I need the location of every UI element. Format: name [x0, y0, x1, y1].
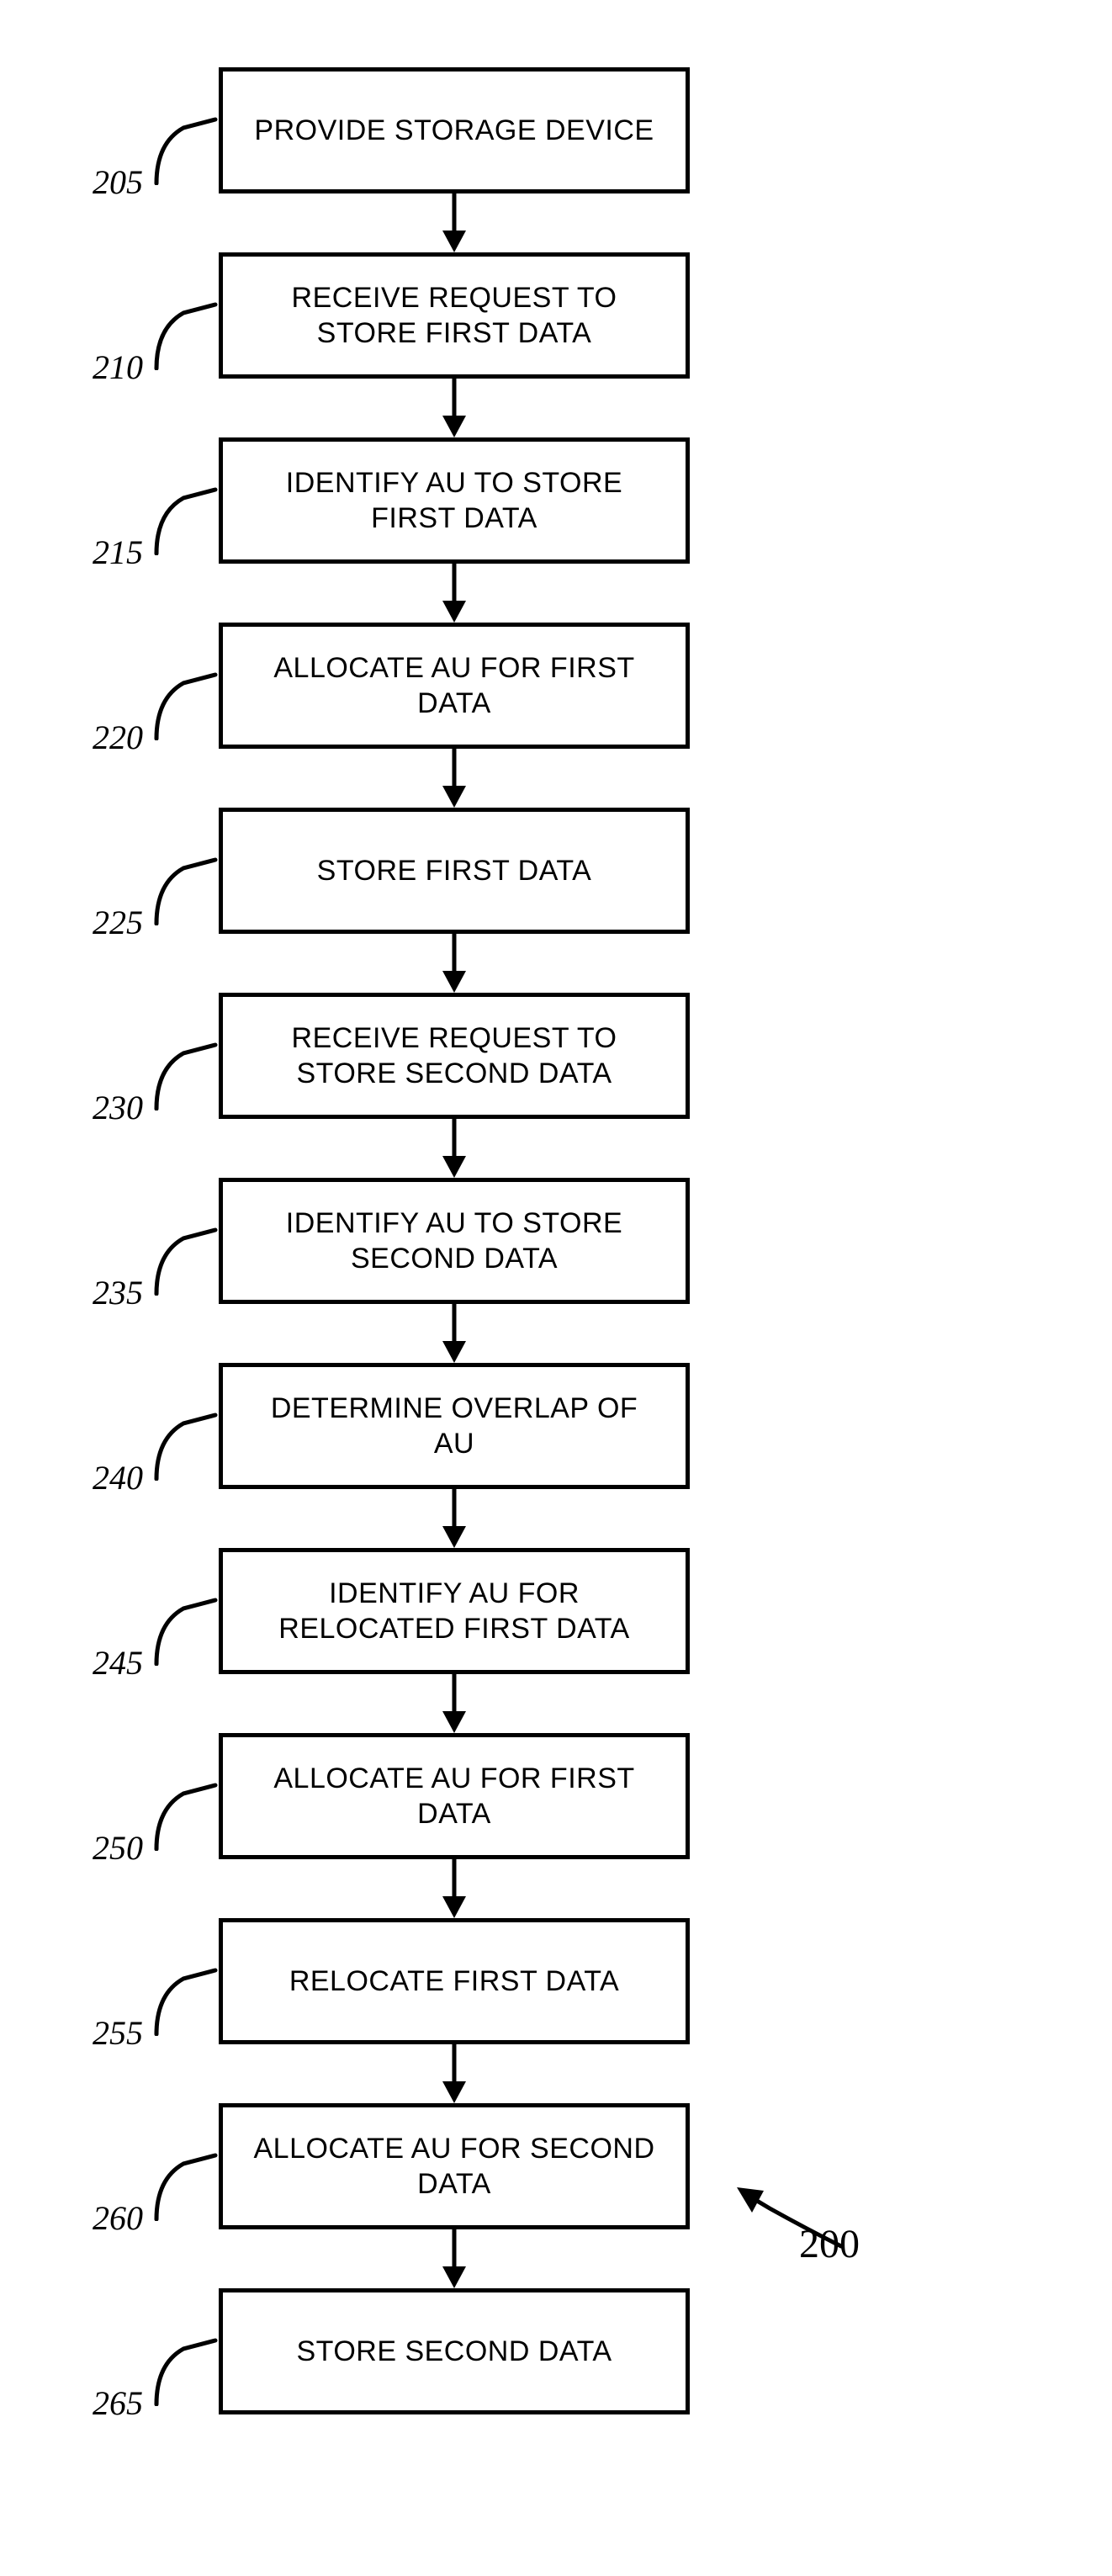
step-box: STORE FIRST DATA: [219, 808, 690, 934]
step-box: ALLOCATE AU FOR FIRST DATA: [219, 623, 690, 749]
step-ref: 220: [93, 718, 143, 757]
flow-arrow: [219, 1304, 690, 1363]
step-label: ALLOCATE AU FOR SECOND DATA: [248, 2131, 660, 2202]
flow-arrow: [219, 1859, 690, 1918]
step-box: ALLOCATE AU FOR FIRST DATA: [219, 1733, 690, 1859]
step-ref: 210: [93, 347, 143, 387]
flow-arrow: [219, 379, 690, 437]
step-box: RECEIVE REQUEST TO STORE FIRST DATA: [219, 252, 690, 379]
flow-step: 235 IDENTIFY AU TO STORE SECOND DATA: [185, 1178, 690, 1304]
step-ref: 205: [93, 162, 143, 202]
step-ref: 245: [93, 1643, 143, 1683]
step-label: PROVIDE STORAGE DEVICE: [254, 113, 654, 149]
flow-step: 210 RECEIVE REQUEST TO STORE FIRST DATA: [185, 252, 690, 379]
step-box: ALLOCATE AU FOR SECOND DATA: [219, 2103, 690, 2229]
flow-arrow: [219, 1674, 690, 1733]
ref-leader: [150, 2330, 219, 2406]
step-box: RECEIVE REQUEST TO STORE SECOND DATA: [219, 993, 690, 1119]
step-label: STORE FIRST DATA: [317, 853, 592, 889]
step-label: RECEIVE REQUEST TO STORE FIRST DATA: [248, 280, 660, 352]
step-box: DETERMINE OVERLAP OF AU: [219, 1363, 690, 1489]
step-label: IDENTIFY AU FOR RELOCATED FIRST DATA: [248, 1576, 660, 1647]
flow-step: 250 ALLOCATE AU FOR FIRST DATA: [185, 1733, 690, 1859]
ref-leader: [150, 665, 219, 740]
ref-leader: [150, 480, 219, 555]
flow-arrow: [219, 193, 690, 252]
step-box: IDENTIFY AU TO STORE SECOND DATA: [219, 1178, 690, 1304]
flow-step: 205 PROVIDE STORAGE DEVICE: [185, 67, 690, 193]
ref-leader: [150, 294, 219, 370]
flow-arrow: [219, 2044, 690, 2103]
flow-step: 260 ALLOCATE AU FOR SECOND DATA: [185, 2103, 690, 2229]
flow-step: 265 STORE SECOND DATA: [185, 2288, 690, 2414]
ref-leader: [150, 2145, 219, 2221]
flow-step: 230 RECEIVE REQUEST TO STORE SECOND DATA: [185, 993, 690, 1119]
step-label: ALLOCATE AU FOR FIRST DATA: [248, 1761, 660, 1832]
ref-leader: [150, 1775, 219, 1851]
ref-leader: [150, 850, 219, 925]
step-box: PROVIDE STORAGE DEVICE: [219, 67, 690, 193]
step-box: IDENTIFY AU FOR RELOCATED FIRST DATA: [219, 1548, 690, 1674]
step-ref: 240: [93, 1458, 143, 1497]
figure-ref-number: 200: [799, 2221, 860, 2267]
step-label: DETERMINE OVERLAP OF AU: [248, 1391, 660, 1462]
step-label: IDENTIFY AU TO STORE FIRST DATA: [248, 465, 660, 537]
ref-leader: [150, 1960, 219, 2036]
flow-step: 240 DETERMINE OVERLAP OF AU: [185, 1363, 690, 1489]
flow-step: 225 STORE FIRST DATA: [185, 808, 690, 934]
step-label: RELOCATE FIRST DATA: [289, 1964, 619, 2000]
flow-arrow: [219, 934, 690, 993]
flow-step: 255 RELOCATE FIRST DATA: [185, 1918, 690, 2044]
step-box: RELOCATE FIRST DATA: [219, 1918, 690, 2044]
step-ref: 215: [93, 533, 143, 572]
ref-leader: [150, 1405, 219, 1481]
step-ref: 255: [93, 2013, 143, 2053]
step-ref: 230: [93, 1088, 143, 1127]
step-label: RECEIVE REQUEST TO STORE SECOND DATA: [248, 1020, 660, 1092]
step-ref: 260: [93, 2198, 143, 2238]
step-ref: 250: [93, 1828, 143, 1868]
step-box: IDENTIFY AU TO STORE FIRST DATA: [219, 437, 690, 564]
step-ref: 225: [93, 903, 143, 942]
step-box: STORE SECOND DATA: [219, 2288, 690, 2414]
step-label: IDENTIFY AU TO STORE SECOND DATA: [248, 1206, 660, 1277]
step-ref: 265: [93, 2383, 143, 2423]
step-label: ALLOCATE AU FOR FIRST DATA: [248, 650, 660, 722]
flowchart: 205 PROVIDE STORAGE DEVICE 210 RECEIVE R…: [185, 67, 690, 2414]
flow-arrow: [219, 564, 690, 623]
flow-arrow: [219, 1119, 690, 1178]
flow-step: 215 IDENTIFY AU TO STORE FIRST DATA: [185, 437, 690, 564]
ref-leader: [150, 1220, 219, 1296]
step-ref: 235: [93, 1273, 143, 1312]
flow-step: 220 ALLOCATE AU FOR FIRST DATA: [185, 623, 690, 749]
flow-arrow: [219, 1489, 690, 1548]
ref-leader: [150, 1590, 219, 1666]
step-label: STORE SECOND DATA: [297, 2334, 612, 2370]
flow-arrow: [219, 749, 690, 808]
ref-leader: [150, 1035, 219, 1110]
ref-leader: [150, 109, 219, 185]
flow-step: 245 IDENTIFY AU FOR RELOCATED FIRST DATA: [185, 1548, 690, 1674]
flow-arrow: [219, 2229, 690, 2288]
